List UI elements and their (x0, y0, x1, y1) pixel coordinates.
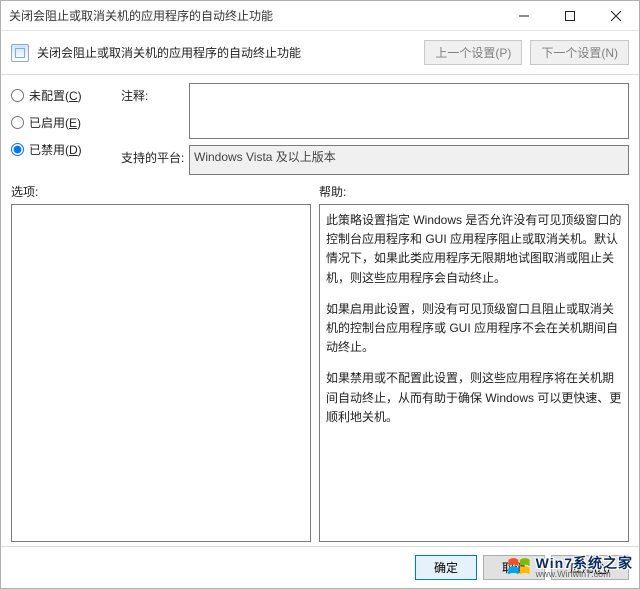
help-paragraph: 如果启用此设置，则没有可见顶级窗口且阻止或取消关机的控制台应用程序或 GUI 应… (326, 300, 622, 358)
radio-enabled[interactable]: 已启用(E) (11, 114, 109, 131)
ok-button[interactable]: 确定 (415, 555, 477, 580)
radio-not-configured[interactable]: 未配置(C) (11, 87, 109, 104)
apply-button[interactable]: 应用(A) (551, 555, 629, 580)
comment-label: 注释: (121, 83, 183, 104)
policy-icon (11, 44, 29, 62)
state-radio-group: 未配置(C) 已启用(E) 已禁用(D) (11, 83, 109, 175)
radio-disabled-input[interactable] (11, 143, 24, 156)
dialog-footer: 确定 取消 应用(A) Win7系统之家 www.Winwin7.com (1, 546, 639, 588)
radio-enabled-input[interactable] (11, 116, 24, 129)
help-paragraph: 如果禁用或不配置此设置，则这些应用程序将在关机期间自动终止，从而有助于确保 Wi… (326, 369, 622, 427)
minimize-button[interactable] (501, 1, 547, 30)
dialog-window: 关闭会阻止或取消关机的应用程序的自动终止功能 关闭会阻止或取消关机的应用程序的自… (1, 1, 639, 588)
close-button[interactable] (593, 1, 639, 30)
maximize-button[interactable] (547, 1, 593, 30)
radio-disabled[interactable]: 已禁用(D) (11, 141, 109, 158)
window-caption-buttons (501, 1, 639, 30)
prev-setting-button[interactable]: 上一个设置(P) (424, 40, 522, 65)
options-label: 选项: (11, 183, 319, 200)
maximize-icon (565, 11, 575, 21)
window-title: 关闭会阻止或取消关机的应用程序的自动终止功能 (9, 7, 273, 24)
titlebar[interactable]: 关闭会阻止或取消关机的应用程序的自动终止功能 (1, 1, 639, 31)
options-panel (11, 204, 311, 542)
subheader: 关闭会阻止或取消关机的应用程序的自动终止功能 上一个设置(P) 下一个设置(N) (1, 31, 639, 75)
help-paragraph: 此策略设置指定 Windows 是否允许没有可见顶级窗口的控制台应用程序和 GU… (326, 211, 622, 288)
dialog-body: 未配置(C) 已启用(E) 已禁用(D) 注释: (1, 75, 639, 546)
comment-textarea[interactable] (189, 83, 629, 139)
policy-title: 关闭会阻止或取消关机的应用程序的自动终止功能 (37, 44, 301, 61)
help-panel: 此策略设置指定 Windows 是否允许没有可见顶级窗口的控制台应用程序和 GU… (319, 204, 629, 542)
close-icon (611, 11, 621, 21)
help-label: 帮助: (319, 183, 346, 200)
cancel-button[interactable]: 取消 (483, 555, 545, 580)
minimize-icon (519, 11, 529, 21)
platform-textbox: Windows Vista 及以上版本 (189, 145, 629, 175)
next-setting-button[interactable]: 下一个设置(N) (530, 40, 629, 65)
radio-not-configured-input[interactable] (11, 89, 24, 102)
platform-label: 支持的平台: (121, 145, 183, 166)
